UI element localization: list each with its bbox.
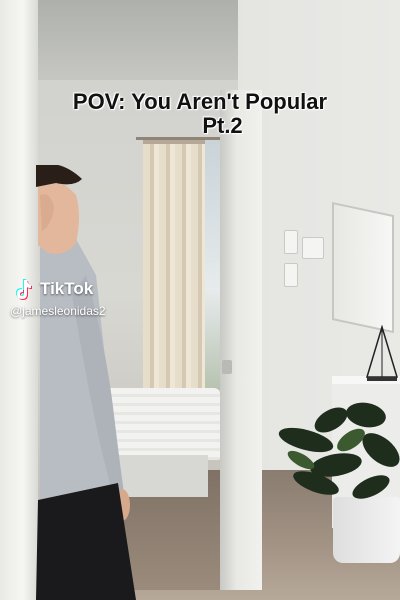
- person: [36, 165, 136, 600]
- tiktok-logo-icon: [16, 279, 32, 300]
- thermostat: [302, 237, 324, 259]
- door-frame-right: [220, 90, 262, 590]
- bedroom-ceiling: [38, 0, 238, 80]
- creator-username: @jamesleonidas2: [10, 304, 106, 318]
- plant-leaves: [278, 402, 400, 499]
- door-latch: [222, 360, 232, 374]
- caption-line-1: POV: You Aren't Popular: [72, 89, 328, 114]
- tiktok-brand-label: TikTok: [40, 279, 94, 298]
- light-switch: [284, 263, 298, 287]
- light-switch: [284, 230, 298, 254]
- video-frame: POV: You Aren't Popular Pt.2 TikTok @jam…: [0, 0, 400, 600]
- wall-mirror: [332, 202, 394, 334]
- curtain: [143, 140, 205, 394]
- caption-line-2: Pt.2: [202, 113, 243, 138]
- tiktok-watermark: TikTok: [12, 276, 172, 306]
- video-caption: POV: You Aren't Popular Pt.2: [0, 90, 400, 138]
- geometric-lamp: [365, 325, 399, 381]
